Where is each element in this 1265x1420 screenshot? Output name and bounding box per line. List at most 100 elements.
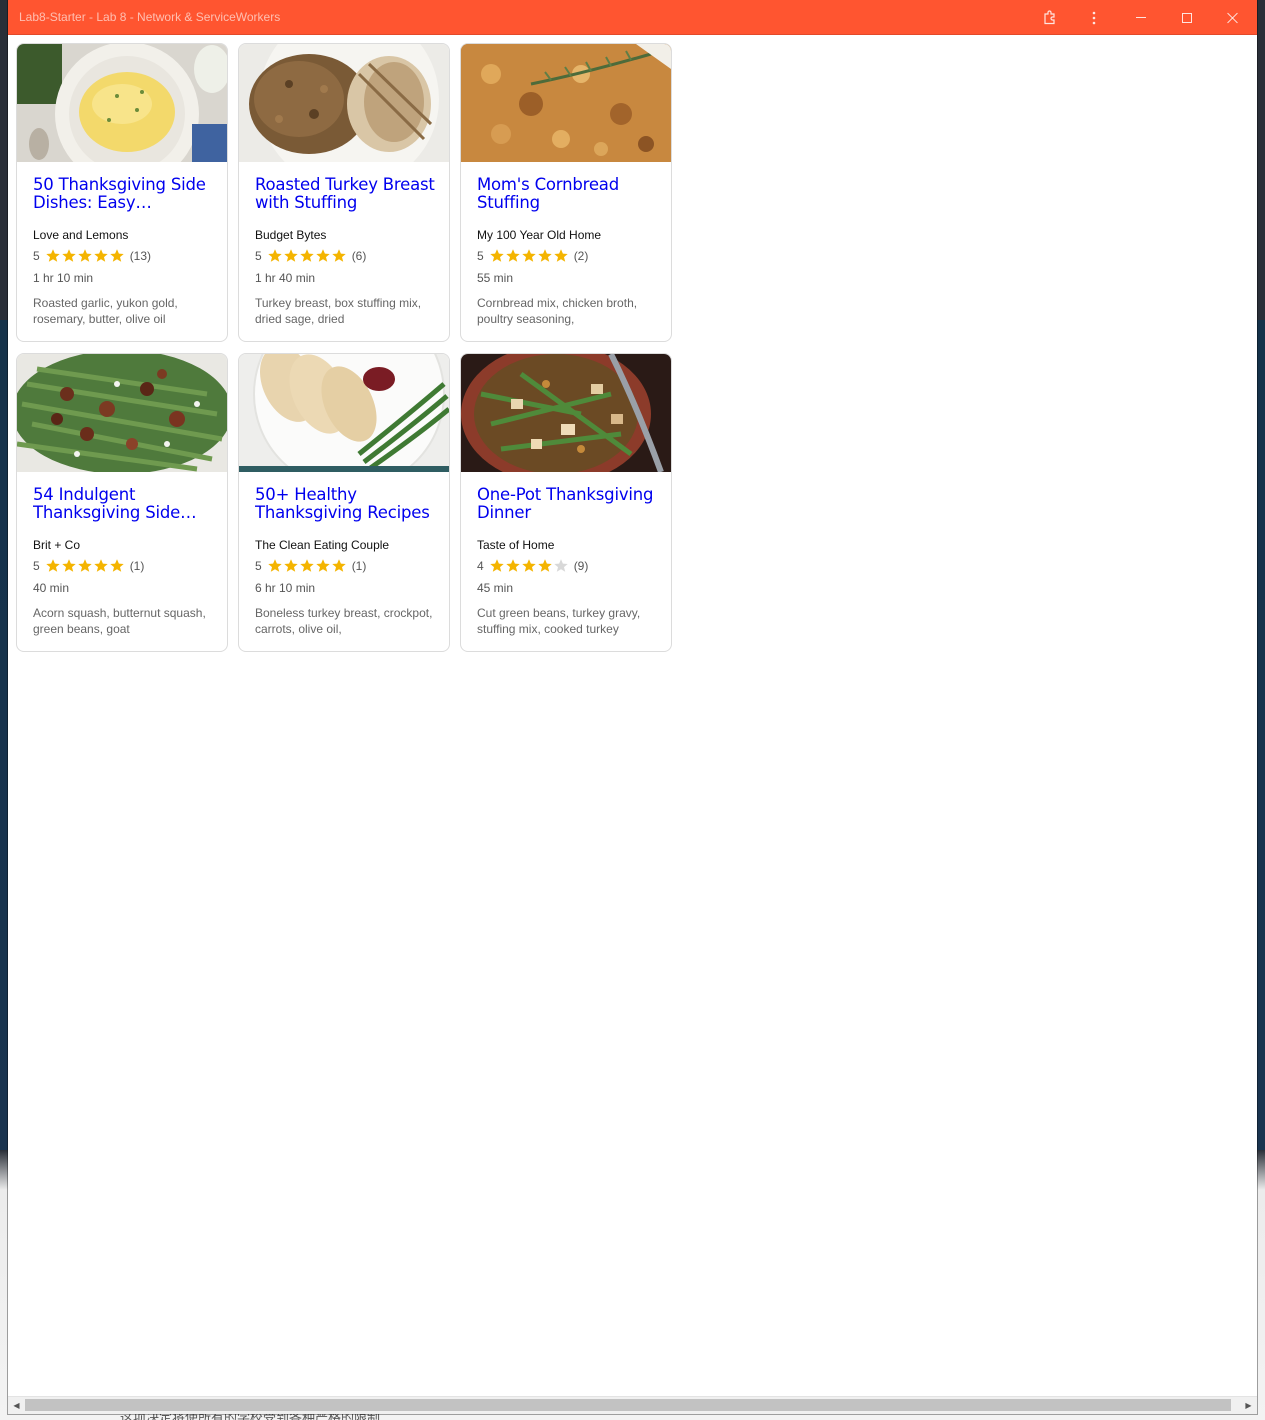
star-filled-icon bbox=[61, 558, 77, 574]
recipe-rating: 5 (2) bbox=[477, 248, 588, 264]
recipe-organization: The Clean Eating Couple bbox=[255, 538, 390, 552]
recipe-organization: Budget Bytes bbox=[255, 228, 327, 242]
app-window: Lab8-Starter - Lab 8 - Network & Service… bbox=[8, 0, 1257, 1414]
recipe-organization: My 100 Year Old Home bbox=[477, 228, 602, 242]
star-filled-icon bbox=[553, 248, 569, 264]
star-filled-icon bbox=[45, 558, 61, 574]
recipe-organization: Love and Lemons bbox=[33, 228, 129, 242]
recipe-rating: 5 (6) bbox=[255, 248, 366, 264]
star-filled-icon bbox=[61, 248, 77, 264]
recipe-time: 6 hr 10 min bbox=[255, 581, 316, 595]
review-count: (13) bbox=[129, 249, 152, 263]
recipe-title-link[interactable]: One-Pot Thanksgiving Dinner bbox=[477, 486, 657, 522]
recipe-organization: Brit + Co bbox=[33, 538, 81, 552]
recipe-image-green-beans-pecans bbox=[17, 354, 227, 472]
star-filled-icon bbox=[315, 558, 331, 574]
star-filled-icon bbox=[299, 248, 315, 264]
recipe-image-mashed-potatoes bbox=[17, 44, 227, 162]
star-filled-icon bbox=[489, 248, 505, 264]
recipe-card[interactable]: Mom's Cornbread Stuffing My 100 Year Old… bbox=[460, 43, 672, 342]
title-bar[interactable]: Lab8-Starter - Lab 8 - Network & Service… bbox=[8, 0, 1257, 35]
recipe-image-turkey-stuffing bbox=[239, 44, 449, 162]
rating-value: 5 bbox=[477, 249, 484, 263]
star-filled-icon bbox=[521, 248, 537, 264]
minimize-icon bbox=[1136, 17, 1146, 18]
recipe-rating: 5 (13) bbox=[33, 248, 151, 264]
rating-value: 4 bbox=[477, 559, 484, 573]
review-count: (1) bbox=[129, 559, 145, 573]
star-filled-icon bbox=[77, 558, 93, 574]
maximize-icon bbox=[1182, 12, 1192, 23]
recipe-card[interactable]: 54 Indulgent Thanksgiving Side… Brit + C… bbox=[16, 353, 228, 652]
star-filled-icon bbox=[505, 558, 521, 574]
recipe-title-link[interactable]: 54 Indulgent Thanksgiving Side… bbox=[33, 486, 213, 522]
star-filled-icon bbox=[331, 558, 347, 574]
star-filled-icon bbox=[331, 248, 347, 264]
rating-stars bbox=[489, 248, 569, 264]
star-empty-icon bbox=[553, 558, 569, 574]
recipe-title-link[interactable]: Mom's Cornbread Stuffing bbox=[477, 176, 657, 212]
recipe-image-turkey-plate bbox=[239, 354, 449, 472]
recipe-card[interactable]: One-Pot Thanksgiving Dinner Taste of Hom… bbox=[460, 353, 672, 652]
recipe-title-link[interactable]: Roasted Turkey Breast with Stuffing bbox=[255, 176, 435, 212]
rating-value: 5 bbox=[33, 249, 40, 263]
close-icon bbox=[1227, 12, 1239, 24]
recipe-organization: Taste of Home bbox=[477, 538, 555, 552]
recipe-card[interactable]: 50+ Healthy Thanksgiving Recipes The Cle… bbox=[238, 353, 450, 652]
star-filled-icon bbox=[283, 248, 299, 264]
star-filled-icon bbox=[93, 248, 109, 264]
maximize-button[interactable] bbox=[1164, 0, 1210, 35]
recipe-grid: 50 Thanksgiving Side Dishes: Easy Mashed… bbox=[8, 35, 1257, 1396]
recipe-rating: 4 (9) bbox=[477, 558, 588, 574]
star-filled-icon bbox=[283, 558, 299, 574]
star-filled-icon bbox=[109, 248, 125, 264]
recipe-time: 1 hr 40 min bbox=[255, 271, 316, 285]
star-filled-icon bbox=[45, 248, 61, 264]
recipe-time: 40 min bbox=[33, 581, 70, 595]
recipe-time: 55 min bbox=[477, 271, 514, 285]
star-filled-icon bbox=[267, 558, 283, 574]
scroll-left-icon[interactable]: ◀ bbox=[8, 1397, 25, 1414]
recipe-ingredients: Boneless turkey breast, crockpot, carrot… bbox=[255, 606, 433, 636]
horizontal-scrollbar[interactable]: ◀ ▶ bbox=[8, 1396, 1257, 1414]
recipe-rating: 5 (1) bbox=[33, 558, 144, 574]
rating-stars bbox=[489, 558, 569, 574]
recipe-time: 1 hr 10 min bbox=[33, 271, 94, 285]
star-filled-icon bbox=[505, 248, 521, 264]
star-filled-icon bbox=[315, 248, 331, 264]
recipe-image-cornbread-stuffing bbox=[461, 44, 671, 162]
star-filled-icon bbox=[521, 558, 537, 574]
rating-value: 5 bbox=[255, 559, 262, 573]
recipe-time: 45 min bbox=[477, 581, 514, 595]
minimize-button[interactable] bbox=[1118, 0, 1164, 35]
recipe-card[interactable]: Roasted Turkey Breast with Stuffing Budg… bbox=[238, 43, 450, 342]
close-button[interactable] bbox=[1210, 0, 1256, 35]
recipe-rating: 5 (1) bbox=[255, 558, 366, 574]
scroll-right-icon[interactable]: ▶ bbox=[1240, 1397, 1257, 1414]
rating-value: 5 bbox=[33, 559, 40, 573]
recipe-title-link[interactable]: 50+ Healthy Thanksgiving Recipes bbox=[255, 486, 435, 522]
rating-stars bbox=[267, 558, 347, 574]
star-filled-icon bbox=[537, 248, 553, 264]
recipe-image-one-pot-dinner bbox=[461, 354, 671, 472]
rating-value: 5 bbox=[255, 249, 262, 263]
rating-stars bbox=[45, 248, 125, 264]
star-filled-icon bbox=[267, 248, 283, 264]
star-filled-icon bbox=[537, 558, 553, 574]
extensions-icon[interactable] bbox=[1038, 0, 1062, 35]
review-count: (1) bbox=[351, 559, 367, 573]
recipe-ingredients: Roasted garlic, yukon gold, rosemary, bu… bbox=[33, 296, 178, 326]
review-count: (2) bbox=[573, 249, 589, 263]
star-filled-icon bbox=[77, 248, 93, 264]
review-count: (9) bbox=[573, 559, 589, 573]
recipe-card[interactable]: 50 Thanksgiving Side Dishes: Easy Mashed… bbox=[16, 43, 228, 342]
more-options-icon[interactable] bbox=[1084, 0, 1104, 35]
scrollbar-thumb[interactable] bbox=[25, 1399, 1231, 1411]
recipe-ingredients: Acorn squash, butternut squash, green be… bbox=[33, 606, 206, 636]
review-count: (6) bbox=[351, 249, 367, 263]
recipe-ingredients: Cut green beans, turkey gravy, stuffing … bbox=[477, 606, 641, 636]
recipe-title-link[interactable]: 50 Thanksgiving Side Dishes: Easy Mashed… bbox=[33, 176, 213, 212]
star-filled-icon bbox=[299, 558, 315, 574]
window-title: Lab8-Starter - Lab 8 - Network & Service… bbox=[19, 10, 281, 24]
star-filled-icon bbox=[489, 558, 505, 574]
